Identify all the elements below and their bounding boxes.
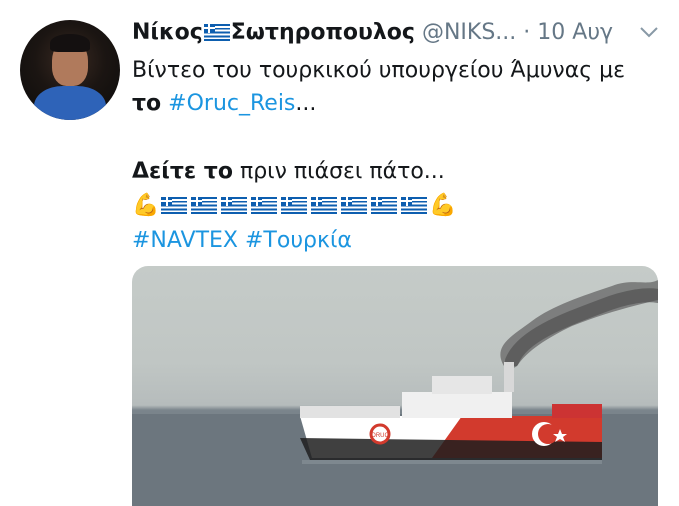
author-name[interactable]: Νίκος Σωτηροπουλος: [132, 20, 415, 45]
greek-flag-icon: [341, 197, 368, 214]
greek-flag-icon: [401, 197, 428, 214]
greek-flag-icon: [311, 197, 338, 214]
hashtag-navtex[interactable]: #NAVTEX: [132, 228, 238, 253]
text-bold-deite: Δείτε το: [132, 159, 233, 184]
greek-flag-icon: [251, 197, 278, 214]
author-handle[interactable]: @NIKS...: [422, 20, 516, 45]
flag-row: [159, 193, 429, 218]
text-rest: πριν πιάσει πάτο...: [232, 159, 445, 184]
hashtag-tourkia[interactable]: #Τουρκία: [245, 228, 352, 253]
meta-separator: ·: [523, 20, 531, 45]
hashtag-oruc-reis[interactable]: #Oruc_Reis: [168, 91, 295, 116]
greek-flag-icon: [203, 24, 230, 41]
flexed-biceps-icon: 💪: [132, 193, 160, 218]
greek-flag-icon: [281, 197, 308, 214]
author-name-first: Νίκος: [132, 20, 203, 45]
hashtag-line: #NAVTEX #Τουρκία: [132, 226, 352, 256]
tweet-text-line1: Βίντεο του τουρκικού υπουργείου Άμυνας μ…: [132, 58, 626, 83]
video-media[interactable]: ORUÇ: [132, 266, 658, 506]
avatar-shirt: [34, 86, 106, 120]
ship-marking: ORUÇ: [371, 433, 389, 439]
chevron-down-icon[interactable]: [637, 20, 661, 44]
author-name-last: Σωτηροπουλος: [230, 20, 415, 45]
greek-flag-icon: [191, 197, 218, 214]
ship-video-frame: ORUÇ: [132, 280, 658, 506]
text-ellipsis: ...: [295, 91, 317, 116]
tweet[interactable]: Νίκος Σωτηροπουλος @NIKS... · 10 Αυγ Βίντ…: [0, 0, 679, 506]
avatar[interactable]: [20, 20, 120, 120]
text-bold-to: το: [132, 91, 162, 116]
avatar-hair: [50, 34, 90, 52]
tweet-date[interactable]: 10 Αυγ: [537, 20, 613, 45]
greek-flag-icon: [161, 197, 188, 214]
greek-flag-icon: [371, 197, 398, 214]
emoji-line: 💪 💪: [132, 191, 457, 221]
tweet-header: Νίκος Σωτηροπουλος @NIKS... · 10 Αυγ: [132, 18, 613, 48]
greek-flag-icon: [221, 197, 248, 214]
flexed-biceps-icon: 💪: [429, 193, 457, 218]
tweet-text-line2: το #Oruc_Reis...: [132, 89, 316, 119]
tweet-text-line3: Δείτε το πριν πιάσει πάτο...: [132, 157, 445, 187]
